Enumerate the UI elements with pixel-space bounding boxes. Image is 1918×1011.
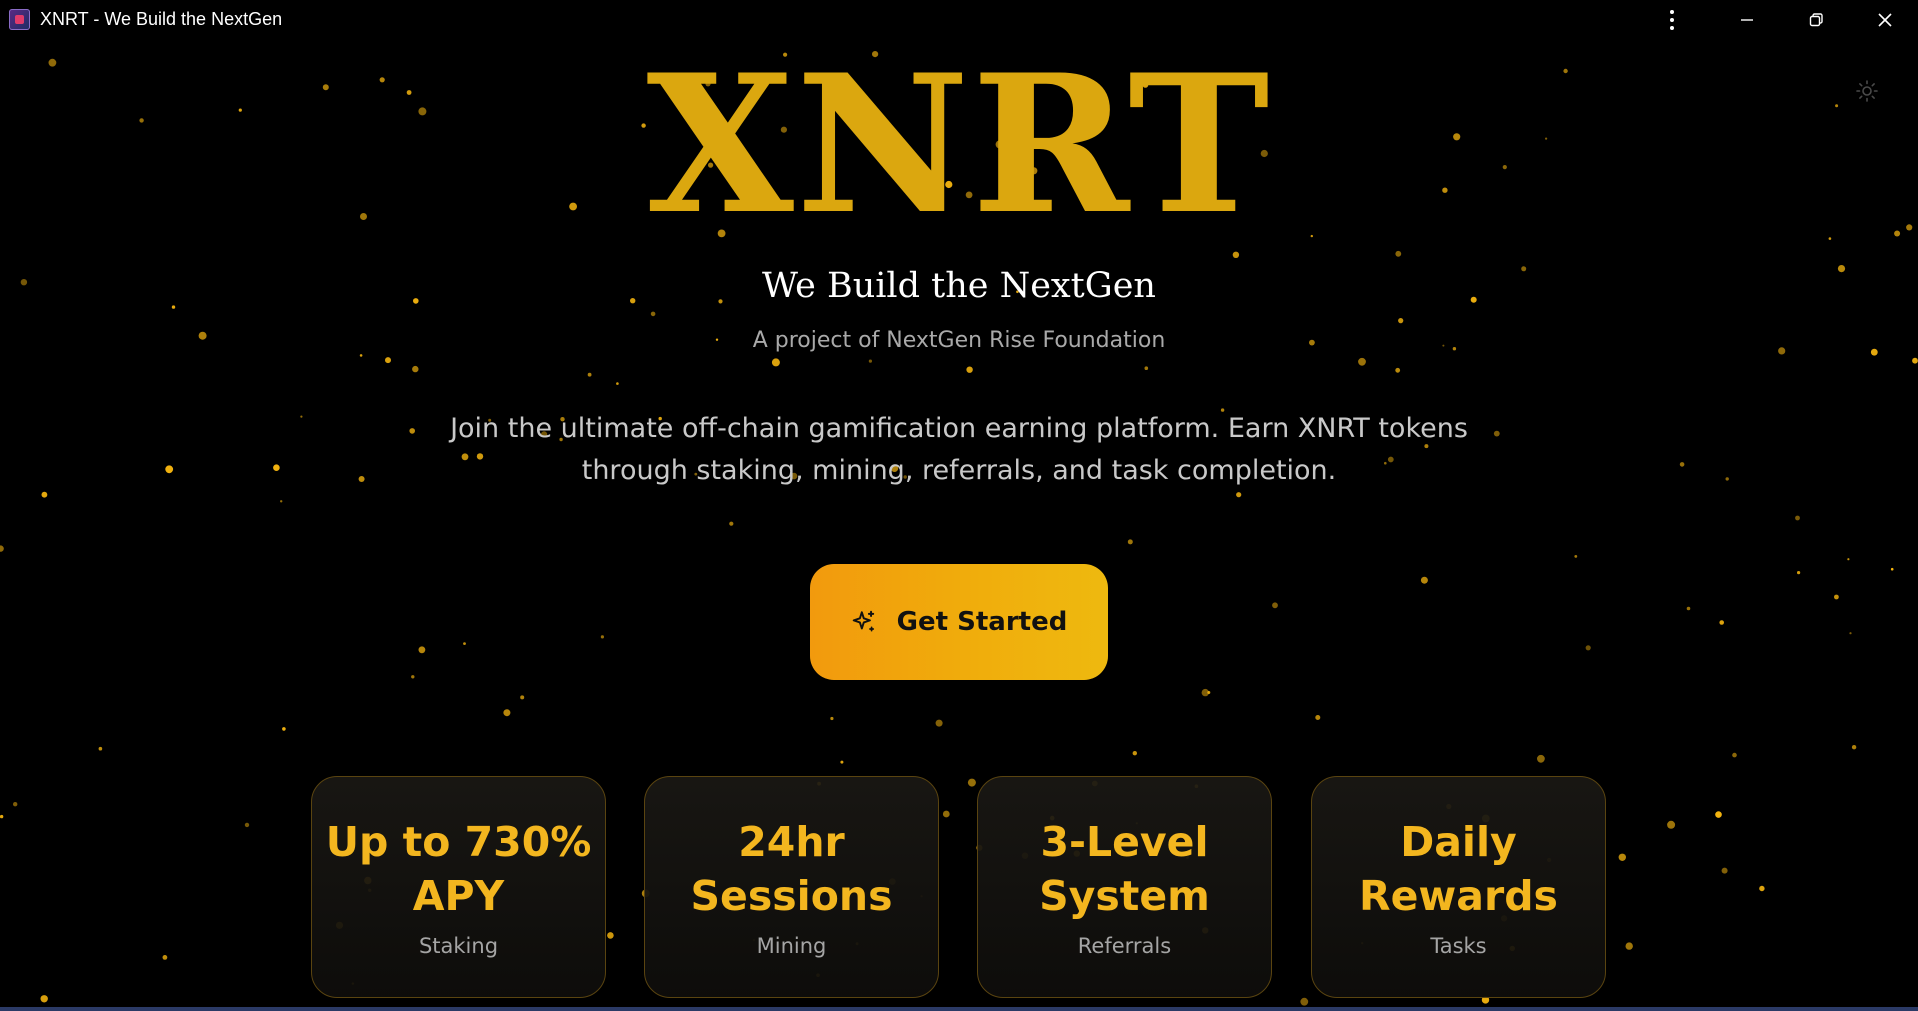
feature-value: 3-Level System: [1039, 818, 1210, 920]
feature-value: 24hr Sessions: [690, 818, 893, 920]
close-button[interactable]: [1855, 0, 1915, 40]
feature-label: Referrals: [1077, 934, 1172, 958]
hero-section: XNRT We Build the NextGen A project of N…: [0, 0, 1918, 1011]
minimize-icon: [1741, 19, 1753, 21]
maximize-button[interactable]: [1786, 0, 1846, 40]
feature-value: Up to 730% APY: [325, 818, 592, 920]
feature-label: Mining: [756, 934, 827, 958]
title-bar: XNRT - We Build the NextGen: [0, 0, 1918, 40]
feature-cards: Up to 730% APY Staking 24hr Sessions Min…: [0, 776, 1918, 1000]
feature-label: Staking: [418, 934, 499, 958]
restore-icon: [1809, 13, 1823, 27]
subtitle: A project of NextGen Rise Foundation: [752, 328, 1166, 353]
feature-label: Tasks: [1430, 934, 1487, 958]
feature-card-mining: 24hr Sessions Mining: [644, 776, 939, 998]
kebab-menu-icon: [1670, 10, 1674, 30]
window-title: XNRT - We Build the NextGen: [40, 9, 283, 29]
get-started-label: Get Started: [896, 607, 1068, 637]
close-icon: [1878, 13, 1892, 27]
feature-card-tasks: Daily Rewards Tasks: [1311, 776, 1606, 998]
sparkle-icon: [852, 610, 874, 632]
feature-value: Daily Rewards: [1359, 818, 1558, 920]
get-started-button[interactable]: Get Started: [810, 564, 1108, 680]
minimize-button[interactable]: [1717, 0, 1777, 40]
app-window: XNRT - We Build the NextGen XNRT We Buil…: [0, 0, 1918, 1011]
tagline: We Build the NextGen: [762, 266, 1156, 306]
feature-card-referrals: 3-Level System Referrals: [977, 776, 1272, 998]
taskbar-edge: [0, 1007, 1918, 1011]
brand-logo: XNRT: [646, 33, 1272, 256]
app-icon: [9, 9, 30, 30]
feature-card-staking: Up to 730% APY Staking: [311, 776, 606, 998]
description: Join the ultimate off-chain gamification…: [450, 413, 1468, 486]
menu-button[interactable]: [1642, 0, 1702, 40]
